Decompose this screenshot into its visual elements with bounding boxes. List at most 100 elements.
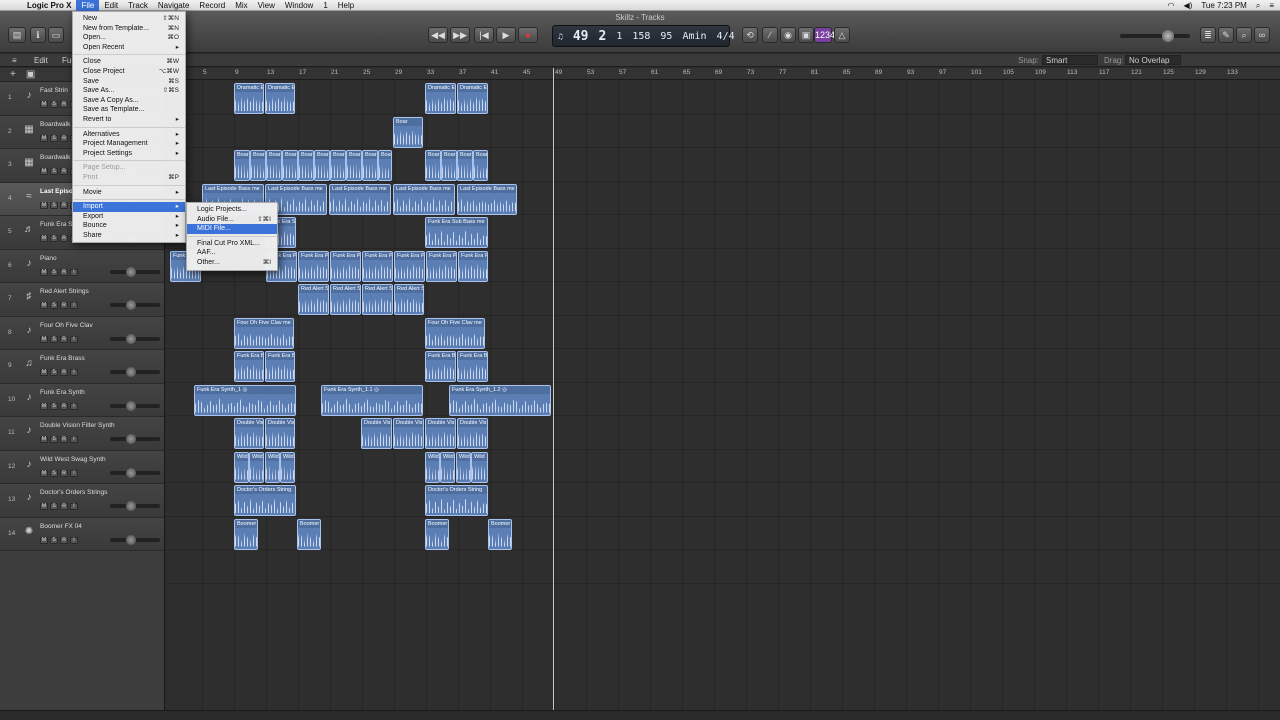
audio-region[interactable]: Funk Era P — [426, 250, 457, 282]
record-button[interactable]: ● — [518, 27, 538, 43]
instrument-icon[interactable]: ▦ — [22, 124, 36, 137]
fit-icon[interactable]: ≡ — [12, 56, 17, 65]
mute-button[interactable]: M — [40, 101, 48, 108]
record-enable-button[interactable]: R — [60, 402, 68, 410]
search-icon[interactable]: ⌕ — [1256, 1, 1260, 11]
solo-button[interactable]: S — [50, 134, 58, 142]
menu-item-final-cut-pro-xml[interactable]: Final Cut Pro XML... — [187, 239, 277, 249]
audio-region[interactable]: Boar — [266, 150, 282, 181]
audio-region[interactable]: Red Alert S — [394, 284, 424, 315]
audio-region[interactable]: Funk Era P — [362, 250, 393, 282]
input-monitor-button[interactable]: I — [70, 402, 78, 410]
track-name[interactable]: Fast Strin — [40, 87, 68, 94]
audio-region[interactable]: Wild — [440, 451, 455, 483]
audio-region[interactable]: Funk Era B — [457, 351, 488, 382]
audio-region[interactable]: Red Alert S — [298, 284, 329, 315]
mute-button[interactable]: M — [40, 402, 48, 410]
menu-item-save-as[interactable]: Save As... ⇧⌘S — [73, 86, 185, 96]
audio-region[interactable]: Wild — [234, 451, 249, 483]
track-header[interactable]: 13 ♪ Doctor's Orders Strings M S R I — [0, 484, 164, 518]
audio-region[interactable]: Boar — [250, 150, 266, 181]
audio-region[interactable]: Boar — [346, 150, 362, 181]
mute-button[interactable]: M — [40, 335, 48, 343]
mute-button[interactable]: M — [40, 235, 48, 242]
track-header[interactable]: 9 ♫ Funk Era Brass M S R I — [0, 350, 164, 384]
audio-region[interactable]: Funk Era P — [330, 250, 361, 282]
audio-region[interactable]: Boar — [378, 150, 392, 181]
track-header[interactable]: 14 ✺ Boomer FX 04 M S R I — [0, 517, 164, 551]
instrument-icon[interactable]: ▦ — [22, 157, 36, 170]
audio-region[interactable]: Wild — [280, 451, 295, 483]
lcd-display[interactable]: ♫ 49 2 1 158 95 Amin 4/4 — [552, 25, 735, 47]
menu-item-open[interactable]: Open... ⌘O — [73, 33, 185, 43]
menu-item-alternatives[interactable]: Alternatives ▸ — [73, 130, 185, 140]
audio-region[interactable]: Boar — [393, 116, 423, 148]
menu-item-project-management[interactable]: Project Management ▸ — [73, 139, 185, 149]
clock[interactable]: Tue 7:23 PM — [1201, 1, 1247, 10]
track-header[interactable]: 12 ♪ Wild West Swag Synth M S R I — [0, 450, 164, 484]
menu-record[interactable]: Record — [194, 0, 230, 11]
audio-region[interactable]: Boar — [457, 150, 473, 181]
audio-region[interactable]: Boar — [298, 150, 314, 181]
track-header[interactable]: 10 ♪ Funk Era Synth M S R I — [0, 383, 164, 417]
notepad-button[interactable]: ✎ — [1218, 27, 1234, 43]
menu-track[interactable]: Track — [123, 0, 153, 11]
instrument-icon[interactable]: ✺ — [22, 526, 36, 539]
input-monitor-button[interactable]: I — [70, 469, 78, 477]
audio-region[interactable]: Funk Era B — [234, 351, 264, 382]
mute-button[interactable]: M — [40, 302, 48, 309]
drag-select[interactable]: No Overlap — [1125, 55, 1181, 65]
audio-region[interactable]: Four Oh Five Clav me — [234, 317, 294, 349]
audio-region[interactable]: Boomer — [488, 518, 512, 550]
audio-region[interactable]: Funk Era P — [298, 250, 329, 282]
menu-item-project-settings[interactable]: Project Settings ▸ — [73, 149, 185, 159]
audio-region[interactable]: Boar — [473, 150, 488, 181]
toolbar-button[interactable]: ▭ — [48, 27, 64, 43]
menu-logic-pro-x[interactable]: Logic Pro X — [22, 0, 76, 11]
metronome-icon[interactable]: △ — [834, 27, 850, 43]
track-name[interactable]: Boardwalk — [40, 154, 70, 161]
audio-region[interactable]: Double Vis — [425, 418, 456, 449]
audio-region[interactable]: Last Episode Bass me — [457, 183, 517, 215]
solo-button[interactable]: S — [50, 201, 58, 209]
forward-button[interactable]: ▶▶ — [450, 27, 470, 43]
audio-region[interactable]: Funk Era P — [394, 250, 425, 282]
input-monitor-button[interactable]: I — [70, 335, 78, 343]
audio-region[interactable]: Dramatic E — [425, 83, 456, 114]
lcd-key[interactable]: Amin — [677, 31, 711, 42]
audio-region[interactable]: Double Vis — [361, 418, 392, 449]
mute-button[interactable]: M — [40, 168, 48, 175]
snap-select[interactable]: Smart — [1042, 55, 1098, 65]
track-header[interactable]: 8 ♪ Four Oh Five Clav M S R I — [0, 316, 164, 350]
instrument-icon[interactable]: ♪ — [22, 258, 36, 271]
cycle-button[interactable]: ⟲ — [742, 27, 758, 43]
menu-edit[interactable]: Edit — [99, 0, 123, 11]
record-enable-button[interactable]: R — [60, 503, 68, 510]
play-button[interactable]: ▶ — [496, 27, 516, 43]
audio-region[interactable]: Funk Era Synth_1.1 ◎ — [321, 384, 423, 416]
audio-region[interactable]: Boar — [362, 150, 378, 181]
menu-item-aaf[interactable]: AAF... — [187, 248, 277, 258]
instrument-icon[interactable]: ≈ — [22, 191, 36, 204]
solo-button[interactable]: S — [50, 268, 58, 276]
volume-knob[interactable] — [126, 400, 136, 411]
menu-item-movie[interactable]: Movie ▸ — [73, 188, 185, 198]
menu-item-share[interactable]: Share ▸ — [73, 231, 185, 241]
solo-button[interactable]: S — [50, 503, 58, 510]
audio-region[interactable]: Wild — [425, 451, 440, 483]
solo-button[interactable]: S — [50, 369, 58, 376]
solo-button[interactable]: S — [50, 302, 58, 309]
tracks-area[interactable]: Dramatic E Dramatic E Dramatic E Dramatic E… — [166, 81, 1280, 720]
instrument-icon[interactable]: ♪ — [22, 425, 36, 438]
instrument-icon[interactable]: ♬ — [22, 224, 36, 237]
track-name[interactable]: Four Oh Five Clav — [40, 322, 93, 329]
audio-region[interactable]: Double Vis — [457, 418, 488, 449]
ruler[interactable]: 5 9 13 17 21 25 29 33 37 41 45 49 53 57 61 65 69 73 77 81 85… — [166, 68, 1280, 80]
instrument-icon[interactable]: ♪ — [22, 459, 36, 472]
menu-window[interactable]: Window — [280, 0, 318, 11]
menu-help[interactable]: Help — [333, 0, 359, 11]
record-enable-button[interactable]: R — [60, 302, 68, 309]
menu-item-import[interactable]: Import ▸ — [73, 202, 185, 212]
wifi-icon[interactable]: ◠ — [1168, 1, 1175, 10]
volume-knob[interactable] — [126, 266, 136, 277]
